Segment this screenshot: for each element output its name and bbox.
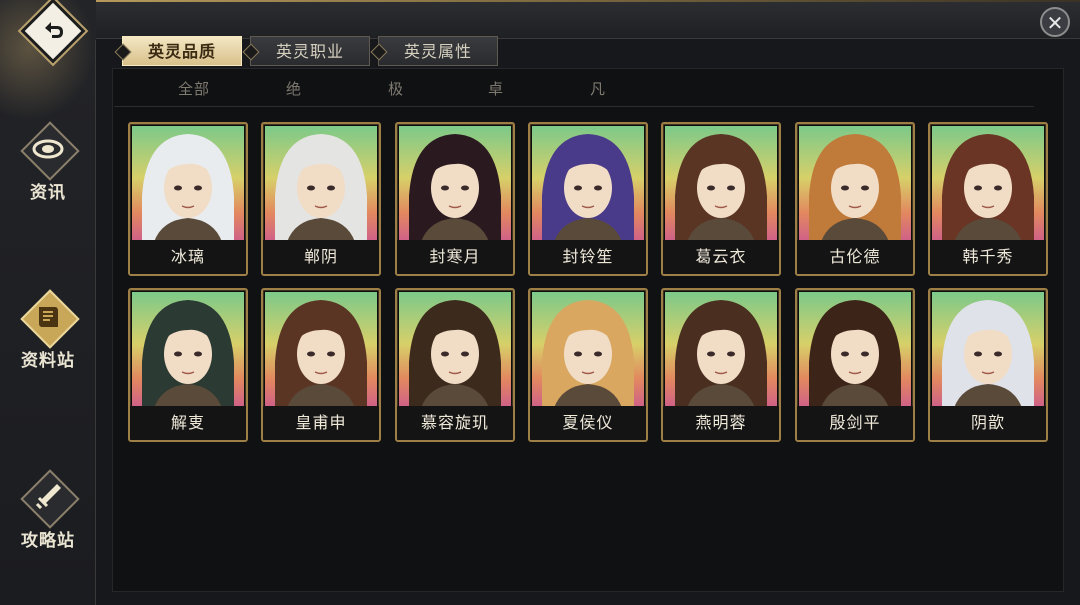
hero-card[interactable]: 解叓 <box>128 288 248 442</box>
hero-card[interactable]: 夏侯仪 <box>528 288 648 442</box>
sidebar-item-label: 资料站 <box>21 351 75 371</box>
tab-attribute[interactable]: 英灵属性 <box>378 36 498 66</box>
filter-fan[interactable]: 凡 <box>568 78 628 99</box>
sidebar-item-news[interactable]: 资讯 <box>10 121 86 203</box>
back-arrow-icon <box>45 22 63 38</box>
hero-portrait <box>132 292 244 408</box>
filter-all[interactable]: 全部 <box>164 78 224 99</box>
hero-card[interactable]: 郸阴 <box>261 122 381 276</box>
hero-card[interactable]: 封寒月 <box>395 122 515 276</box>
hero-portrait <box>665 292 777 408</box>
hero-card[interactable]: 殷剑平 <box>795 288 915 442</box>
hero-portrait <box>265 292 377 408</box>
close-button[interactable]: ✕ <box>1040 7 1070 37</box>
sidebar-item-label: 资讯 <box>30 183 66 203</box>
hero-name: 皇甫申 <box>263 406 379 440</box>
hero-name: 夏侯仪 <box>530 406 646 440</box>
hero-name: 殷剑平 <box>797 406 913 440</box>
hero-portrait <box>932 292 1044 408</box>
hero-card[interactable]: 阴歆 <box>928 288 1048 442</box>
hero-card[interactable]: 燕明蓉 <box>661 288 781 442</box>
hero-portrait <box>665 126 777 242</box>
hero-name: 古伦德 <box>797 240 913 274</box>
hero-card[interactable]: 古伦德 <box>795 122 915 276</box>
sidebar-item-database[interactable]: 资料站 <box>10 289 86 371</box>
book-icon <box>21 290 75 344</box>
hero-name: 郸阴 <box>263 240 379 274</box>
hero-name: 阴歆 <box>930 406 1046 440</box>
hero-card[interactable]: 封铃笙 <box>528 122 648 276</box>
filter-ji[interactable]: 极 <box>366 78 426 99</box>
hero-portrait <box>532 292 644 408</box>
tab-quality[interactable]: 英灵品质 <box>122 36 242 66</box>
hero-portrait <box>399 292 511 408</box>
hero-card[interactable]: 葛云衣 <box>661 122 781 276</box>
hero-portrait <box>399 126 511 242</box>
hero-name: 解叓 <box>130 406 246 440</box>
hero-card[interactable]: 韩千秀 <box>928 122 1048 276</box>
filter-jue[interactable]: 绝 <box>264 78 324 99</box>
hero-name: 冰璃 <box>130 240 246 274</box>
hero-name: 燕明蓉 <box>663 406 779 440</box>
filter-zhuo[interactable]: 卓 <box>466 78 526 99</box>
hero-name: 韩千秀 <box>930 240 1046 274</box>
sidebar-item-guide[interactable]: 攻略站 <box>10 469 86 551</box>
hero-portrait <box>532 126 644 242</box>
hero-card[interactable]: 皇甫申 <box>261 288 381 442</box>
hero-portrait <box>799 292 911 408</box>
sword-icon <box>21 470 75 524</box>
tab-class[interactable]: 英灵职业 <box>250 36 370 66</box>
top-banner <box>0 0 1080 39</box>
sidebar-item-label: 攻略站 <box>21 531 75 551</box>
rarity-filter: 全部 绝 极 卓 凡 <box>114 72 1034 107</box>
hero-portrait <box>265 126 377 242</box>
scroll-icon <box>21 122 75 176</box>
hero-name: 封寒月 <box>397 240 513 274</box>
hero-card[interactable]: 慕容旋玑 <box>395 288 515 442</box>
hero-name: 慕容旋玑 <box>397 406 513 440</box>
hero-portrait <box>799 126 911 242</box>
hero-name: 葛云衣 <box>663 240 779 274</box>
hero-card[interactable]: 冰璃 <box>128 122 248 276</box>
hero-portrait <box>132 126 244 242</box>
hero-portrait <box>932 126 1044 242</box>
hero-name: 封铃笙 <box>530 240 646 274</box>
